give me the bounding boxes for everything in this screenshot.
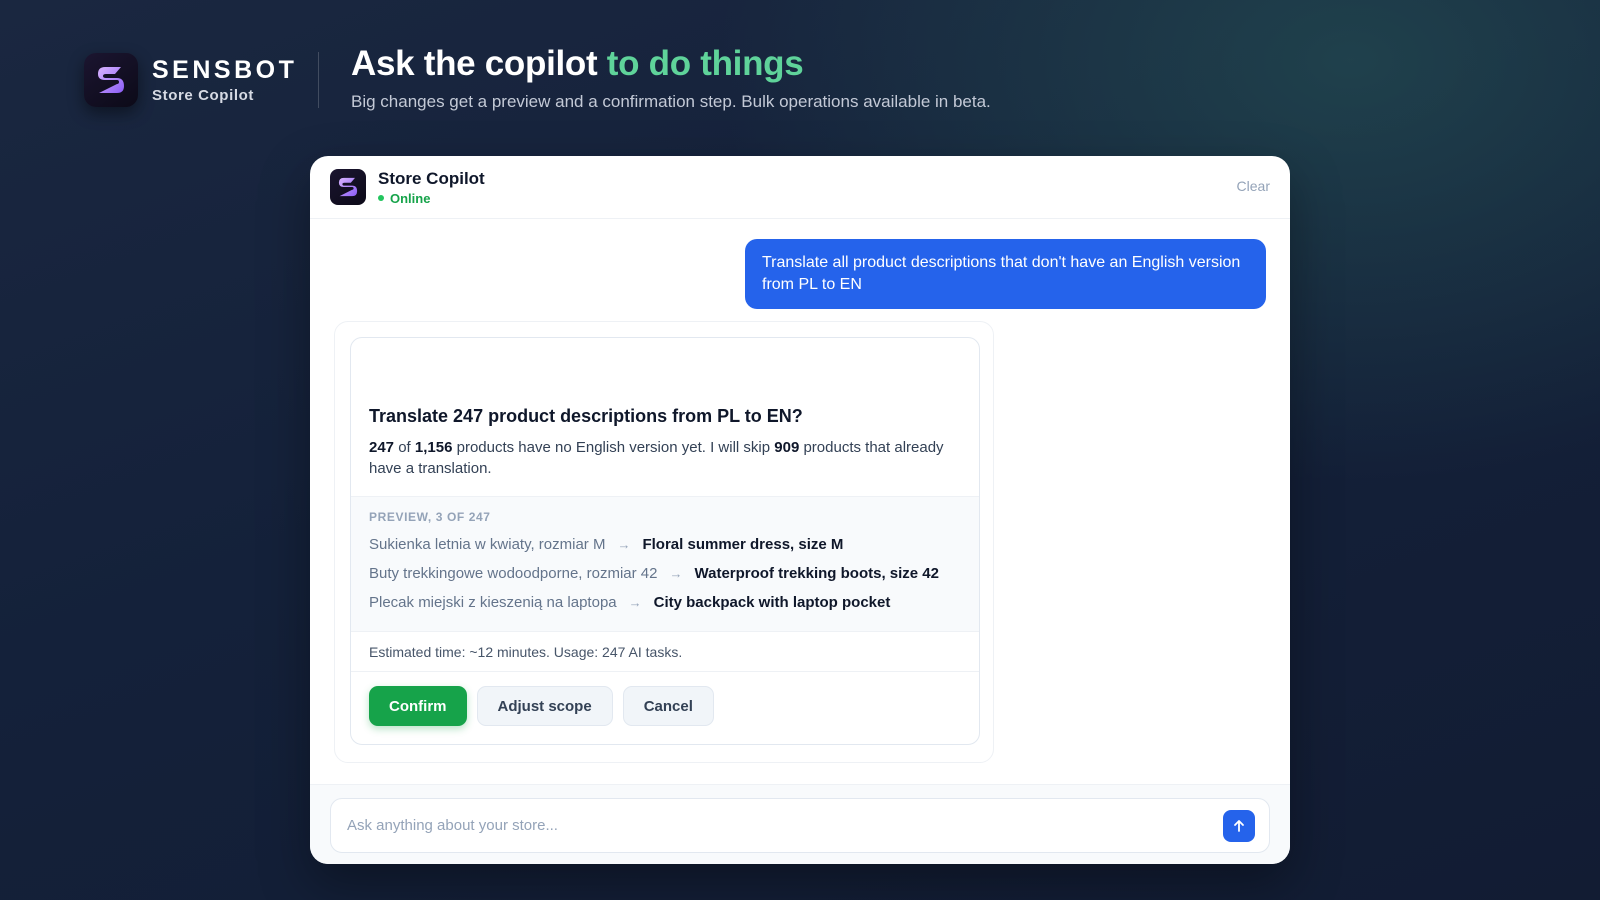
arrow-right-icon: → bbox=[617, 536, 631, 552]
hero-subtitle: Big changes get a preview and a confirma… bbox=[351, 92, 991, 111]
hero-title-main: Ask the copilot bbox=[351, 44, 607, 83]
header-divider bbox=[318, 52, 319, 108]
chat-window: Store Copilot Online Clear Translate all… bbox=[310, 156, 1290, 864]
total-count: 1,156 bbox=[414, 439, 453, 456]
desc-middle: products have no English version yet. I … bbox=[456, 439, 771, 456]
hero-title-accent: to do things bbox=[606, 44, 804, 83]
preview-row: Buty trekkingowe wodoodporne, rozmiar 42… bbox=[369, 564, 961, 582]
send-button[interactable] bbox=[1223, 809, 1255, 842]
copilot-logo-icon bbox=[330, 169, 366, 205]
missing-count: 247 bbox=[369, 439, 395, 456]
confirmation-card: Translate 247 product descriptions from … bbox=[350, 337, 980, 745]
brand: SENSBOT Store Copilot bbox=[84, 53, 297, 107]
user-message: Translate all product descriptions that … bbox=[745, 239, 1266, 309]
arrow-right-icon: → bbox=[669, 565, 683, 581]
confirmation-title: Translate 247 product descriptions from … bbox=[369, 406, 803, 426]
status-text: Online bbox=[390, 190, 431, 206]
estimate-text: Estimated time: ~12 minutes. Usage: 247 … bbox=[351, 632, 979, 672]
preview-target: City backpack with laptop pocket bbox=[653, 593, 891, 611]
skip-count: 909 bbox=[774, 439, 800, 456]
confirmation-description: 247 of 1,156 products have no English ve… bbox=[369, 437, 961, 479]
adjust-scope-button[interactable]: Adjust scope bbox=[476, 686, 613, 726]
message-list: Translate all product descriptions that … bbox=[310, 219, 1290, 784]
composer bbox=[330, 798, 1270, 853]
arrow-up-icon bbox=[1234, 819, 1244, 832]
preview-target: Floral summer dress, size M bbox=[642, 535, 844, 553]
chat-status: Online bbox=[378, 191, 485, 206]
confirmation-actions: Confirm Adjust scope Cancel bbox=[351, 672, 979, 740]
desc-of: of bbox=[398, 439, 411, 456]
preview-row: Plecak miejski z kieszenią na laptopa → … bbox=[369, 593, 961, 611]
preview-target: Waterproof trekking boots, size 42 bbox=[694, 564, 940, 582]
s-logo-icon bbox=[84, 53, 138, 107]
translation-preview: PREVIEW, 3 OF 247 Sukienka letnia w kwia… bbox=[351, 496, 979, 632]
cancel-button[interactable]: Cancel bbox=[622, 686, 714, 726]
clear-button[interactable]: Clear bbox=[1237, 178, 1270, 194]
hero: Ask the copilot to do things Big changes… bbox=[351, 42, 991, 112]
brand-name: SENSBOT bbox=[152, 56, 298, 84]
message-input[interactable] bbox=[347, 817, 1223, 834]
chat-header: Store Copilot Online Clear bbox=[310, 156, 1290, 219]
online-dot-icon bbox=[378, 195, 384, 201]
preview-source: Buty trekkingowe wodoodporne, rozmiar 42 bbox=[369, 564, 658, 582]
brand-subtitle: Store Copilot bbox=[152, 87, 254, 104]
arrow-right-icon: → bbox=[628, 594, 642, 610]
composer-area bbox=[310, 784, 1290, 864]
chat-title: Store Copilot bbox=[378, 168, 485, 188]
preview-source: Plecak miejski z kieszenią na laptopa bbox=[369, 593, 617, 611]
preview-row: Sukienka letnia w kwiaty, rozmiar M → Fl… bbox=[369, 535, 961, 553]
preview-label: PREVIEW, 3 OF 247 bbox=[369, 510, 491, 524]
preview-source: Sukienka letnia w kwiaty, rozmiar M bbox=[369, 535, 606, 553]
assistant-message: Translate 247 product descriptions from … bbox=[334, 321, 994, 763]
confirm-button[interactable]: Confirm bbox=[369, 686, 467, 726]
hero-title: Ask the copilot to do things bbox=[351, 42, 991, 86]
